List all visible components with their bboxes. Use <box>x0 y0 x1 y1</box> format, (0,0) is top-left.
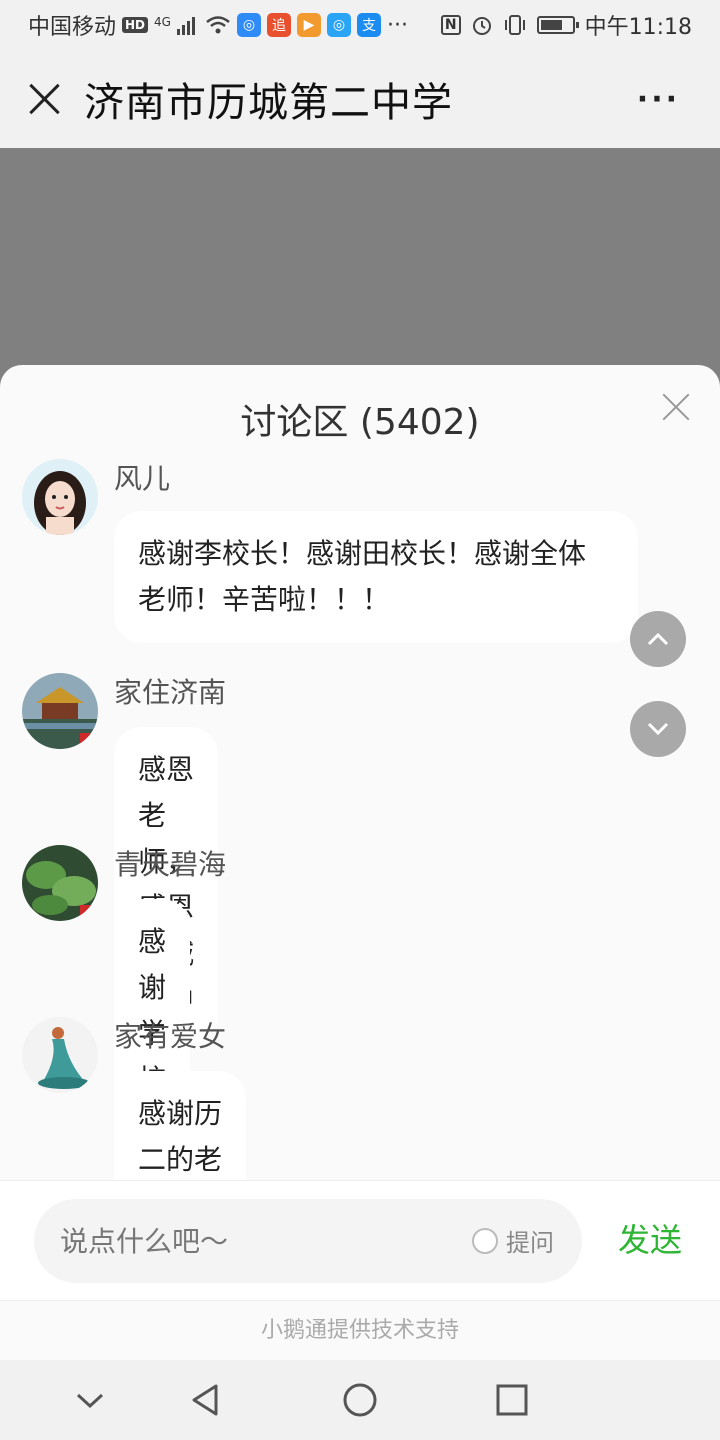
avatar[interactable] <box>22 1017 98 1093</box>
avatar[interactable] <box>22 845 98 921</box>
scroll-down-button[interactable] <box>630 701 686 757</box>
browser-app-icon: ◎ <box>326 13 351 37</box>
top-nav: 济南市历城第二中学 ··· <box>0 50 720 148</box>
search-app-icon: ◎ <box>236 13 261 37</box>
collapse-icon[interactable] <box>72 1382 108 1418</box>
close-panel-icon[interactable] <box>662 393 690 421</box>
ask-question-toggle[interactable]: 提问 <box>472 1223 554 1258</box>
more-options-icon[interactable]: ··· <box>637 82 680 117</box>
carrier-name: 中国移动 <box>28 15 117 40</box>
send-button[interactable]: 发送 <box>618 1215 682 1261</box>
wifi-icon <box>206 16 230 34</box>
alipay-app-icon: 支 <box>356 13 381 37</box>
video-app-icon: ▶ <box>296 13 321 37</box>
comment-username: 风儿 <box>114 462 171 495</box>
status-bar: 中国移动 HD 4G ◎ 追 ▶ ◎ 支 ··· N 中午11:18 <box>0 0 720 50</box>
battery-icon <box>536 16 579 34</box>
avatar[interactable] <box>22 673 98 749</box>
vibrate-icon <box>504 15 525 35</box>
clock: 中午11:18 <box>584 15 692 40</box>
network-type: 4G <box>154 15 171 29</box>
hd-badge: HD <box>122 17 149 33</box>
scroll-up-button[interactable] <box>630 611 686 667</box>
question-label: 提问 <box>506 1229 554 1257</box>
comment-bubble: 感谢李校长！感谢田校长！感谢全体 老师！辛苦啦！！！ <box>114 511 638 643</box>
powered-by-footer: 小鹅通提供技术支持 <box>0 1300 720 1360</box>
chevron-up-icon <box>647 632 669 646</box>
back-icon[interactable] <box>188 1382 224 1418</box>
comment-input[interactable] <box>60 1199 440 1283</box>
close-icon[interactable] <box>24 79 64 119</box>
comment-input-container: 提问 <box>34 1199 582 1283</box>
comment-username: 家有爱女 <box>114 1020 227 1053</box>
question-radio[interactable] <box>472 1227 498 1254</box>
signal-icon <box>176 17 195 35</box>
chevron-down-icon <box>647 722 669 736</box>
page-title: 济南市历城第二中学 <box>84 80 453 126</box>
nfc-icon: N <box>440 15 461 35</box>
discussion-title: 讨论区 (5402) <box>240 402 480 443</box>
home-icon[interactable] <box>342 1382 378 1418</box>
comment-username: 家住济南 <box>114 676 227 709</box>
avatar[interactable] <box>22 459 98 535</box>
more-notifications-icon: ··· <box>386 12 408 38</box>
comment-username: 青天碧海 <box>114 848 227 881</box>
zhui-app-icon: 追 <box>266 13 291 37</box>
system-nav-bar <box>0 1360 720 1440</box>
recent-apps-icon[interactable] <box>494 1382 530 1418</box>
alarm-icon <box>472 17 491 35</box>
comment-composer: 提问 发送 <box>0 1180 720 1300</box>
